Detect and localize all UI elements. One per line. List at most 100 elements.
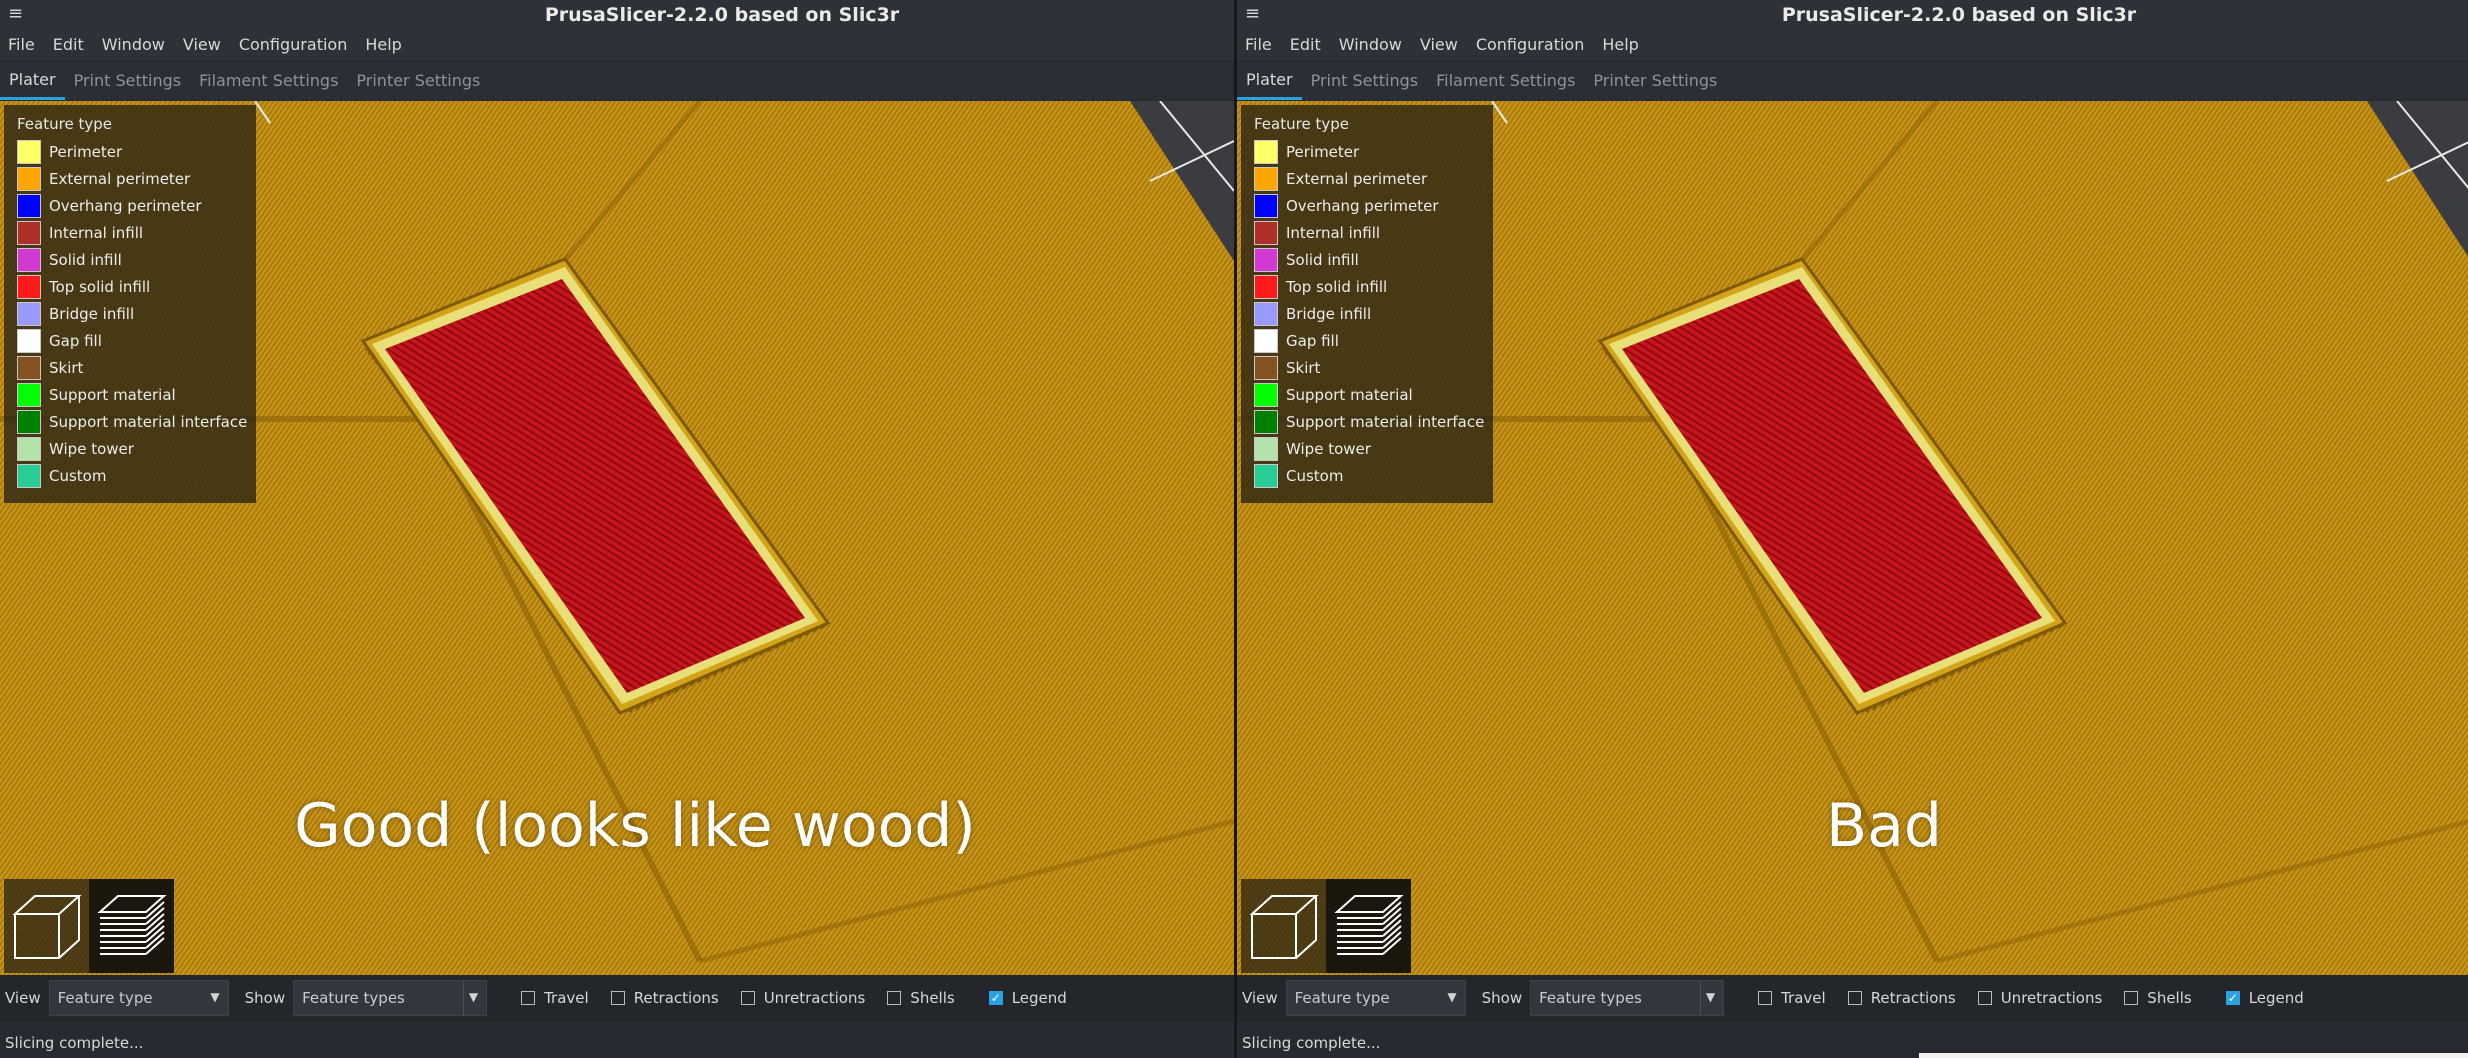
checkbox-box[interactable] bbox=[610, 991, 625, 1005]
tab-printer-settings[interactable]: Printer Settings bbox=[1584, 62, 1726, 100]
menu-window[interactable]: Window bbox=[94, 30, 175, 60]
checkbox-box[interactable] bbox=[1847, 991, 1862, 1005]
checkbox-box[interactable] bbox=[521, 991, 536, 1005]
legend-swatch bbox=[17, 382, 41, 407]
show-features-select[interactable]: Feature types ▼ bbox=[293, 980, 488, 1016]
window-title: PrusaSlicer-2.2.0 based on Slic3r bbox=[1781, 4, 2137, 26]
checkbox-box[interactable]: ✓ bbox=[988, 991, 1003, 1005]
menu-help[interactable]: Help bbox=[357, 30, 411, 60]
retractions-checkbox[interactable]: Retractions bbox=[610, 989, 719, 1007]
menu-file[interactable]: File bbox=[1237, 30, 1282, 60]
legend-label: Custom bbox=[49, 466, 107, 485]
menu-view[interactable]: View bbox=[175, 30, 231, 60]
legend-item-overhang-perimeter: Overhang perimeter bbox=[17, 192, 202, 219]
tab-filament-settings[interactable]: Filament Settings bbox=[190, 62, 347, 100]
unretractions-checkbox[interactable]: Unretractions bbox=[740, 989, 866, 1007]
checkbox-label: Unretractions bbox=[763, 989, 866, 1007]
title-bar: ≡ PrusaSlicer-2.2.0 based on Slic3r bbox=[0, 0, 1234, 30]
comparison-label: Bad bbox=[1825, 791, 1942, 861]
legend-item-internal-infill: Internal infill bbox=[17, 219, 143, 246]
checkbox-box[interactable] bbox=[740, 991, 755, 1005]
legend-item-solid-infill: Solid infill bbox=[17, 246, 122, 273]
show-features-select[interactable]: Feature types ▼ bbox=[1530, 980, 1725, 1016]
legend-swatch bbox=[17, 355, 41, 380]
legend-label: Internal infill bbox=[49, 223, 144, 242]
chevron-down-icon: ▼ bbox=[1447, 990, 1457, 1004]
menu-window[interactable]: Window bbox=[1331, 30, 1412, 60]
feature-type-legend: Feature type Perimeter External perimete… bbox=[4, 105, 256, 503]
view-mode-buttons bbox=[1241, 879, 1411, 973]
shells-checkbox[interactable]: Shells bbox=[887, 989, 955, 1007]
shells-checkbox[interactable]: Shells bbox=[2124, 989, 2192, 1007]
view-type-select[interactable]: Feature type ▼ bbox=[48, 980, 229, 1016]
checkbox-box[interactable] bbox=[1977, 991, 1992, 1005]
legend-swatch bbox=[1254, 328, 1278, 353]
isometric-cube-icon[interactable] bbox=[4, 879, 89, 973]
3d-preview-viewport[interactable]: Feature type Perimeter External perimete… bbox=[0, 101, 1234, 975]
tab-plater[interactable]: Plater bbox=[1237, 62, 1302, 100]
tab-filament-settings[interactable]: Filament Settings bbox=[1427, 62, 1584, 100]
legend-item-gap-fill: Gap fill bbox=[1254, 327, 1339, 354]
checkbox-box[interactable] bbox=[887, 991, 902, 1005]
legend-label: Overhang perimeter bbox=[49, 196, 202, 215]
menu-configuration[interactable]: Configuration bbox=[231, 30, 358, 60]
legend-label: Gap fill bbox=[49, 331, 102, 350]
legend-label: Support material interface bbox=[49, 412, 248, 431]
legend-item-bridge-infill: Bridge infill bbox=[17, 300, 134, 327]
tab-plater[interactable]: Plater bbox=[0, 62, 65, 100]
menu-help[interactable]: Help bbox=[1594, 30, 1648, 60]
tab-print-settings[interactable]: Print Settings bbox=[65, 62, 191, 100]
tab-printer-settings[interactable]: Printer Settings bbox=[347, 62, 489, 100]
menu-view[interactable]: View bbox=[1412, 30, 1468, 60]
legend-swatch bbox=[17, 274, 41, 299]
legend-swatch bbox=[17, 166, 41, 191]
checkbox-label: Legend bbox=[2248, 989, 2304, 1007]
checkbox-label: Travel bbox=[1781, 989, 1826, 1007]
checkbox-box[interactable] bbox=[1758, 991, 1773, 1005]
legend-item-gap-fill: Gap fill bbox=[17, 327, 102, 354]
feature-type-legend: Feature type Perimeter External perimete… bbox=[1241, 105, 1493, 503]
checkbox-box[interactable]: ✓ bbox=[2225, 991, 2240, 1005]
layers-stack-icon[interactable] bbox=[89, 879, 174, 973]
3d-preview-viewport[interactable]: Feature type Perimeter External perimete… bbox=[1237, 101, 2468, 975]
legend-swatch bbox=[17, 409, 41, 434]
tab-print-settings[interactable]: Print Settings bbox=[1302, 62, 1428, 100]
checkbox-box[interactable] bbox=[2124, 991, 2139, 1005]
legend-label: Perimeter bbox=[49, 142, 123, 161]
menu-file[interactable]: File bbox=[0, 30, 45, 60]
legend-label: Skirt bbox=[1286, 358, 1321, 377]
unretractions-checkbox[interactable]: Unretractions bbox=[1977, 989, 2102, 1007]
menu-configuration[interactable]: Configuration bbox=[1468, 30, 1595, 60]
status-text: Slicing complete... bbox=[1242, 1034, 1381, 1052]
checkbox-label: Shells bbox=[2147, 989, 2192, 1007]
legend-swatch bbox=[17, 193, 41, 218]
checkbox-label: Shells bbox=[910, 989, 955, 1007]
legend-label: Perimeter bbox=[1286, 142, 1360, 161]
travel-checkbox[interactable]: Travel bbox=[521, 989, 589, 1007]
legend-swatch bbox=[1254, 355, 1278, 380]
travel-checkbox[interactable]: Travel bbox=[1758, 989, 1826, 1007]
checkbox-label: Retractions bbox=[633, 989, 719, 1007]
menu-edit[interactable]: Edit bbox=[45, 30, 94, 60]
legend-checkbox[interactable]: ✓ Legend bbox=[2225, 989, 2304, 1007]
legend-title: Feature type bbox=[17, 115, 112, 133]
legend-label: Bridge infill bbox=[1286, 304, 1372, 323]
legend-swatch bbox=[1254, 436, 1278, 461]
legend-label: Solid infill bbox=[1286, 250, 1359, 269]
menu-edit[interactable]: Edit bbox=[1282, 30, 1331, 60]
retractions-checkbox[interactable]: Retractions bbox=[1847, 989, 1956, 1007]
layers-stack-icon[interactable] bbox=[1326, 879, 1411, 973]
legend-item-support-material-interface: Support material interface bbox=[1254, 408, 1484, 435]
isometric-cube-icon[interactable] bbox=[1241, 879, 1326, 973]
view-type-select[interactable]: Feature type ▼ bbox=[1285, 980, 1466, 1016]
legend-checkbox[interactable]: ✓ Legend bbox=[988, 989, 1067, 1007]
checkbox-label: Legend bbox=[1011, 989, 1067, 1007]
legend-label: Internal infill bbox=[1286, 223, 1381, 242]
legend-item-internal-infill: Internal infill bbox=[1254, 219, 1380, 246]
legend-label: Support material bbox=[49, 385, 176, 404]
tab-bar: Plater Print Settings Filament Settings … bbox=[0, 62, 1234, 100]
show-features-value: Feature types bbox=[302, 989, 405, 1007]
legend-swatch bbox=[17, 301, 41, 326]
legend-item-support-material-interface: Support material interface bbox=[17, 408, 247, 435]
slicer-window-good: ≡ PrusaSlicer-2.2.0 based on Slic3r File… bbox=[0, 0, 1234, 1058]
